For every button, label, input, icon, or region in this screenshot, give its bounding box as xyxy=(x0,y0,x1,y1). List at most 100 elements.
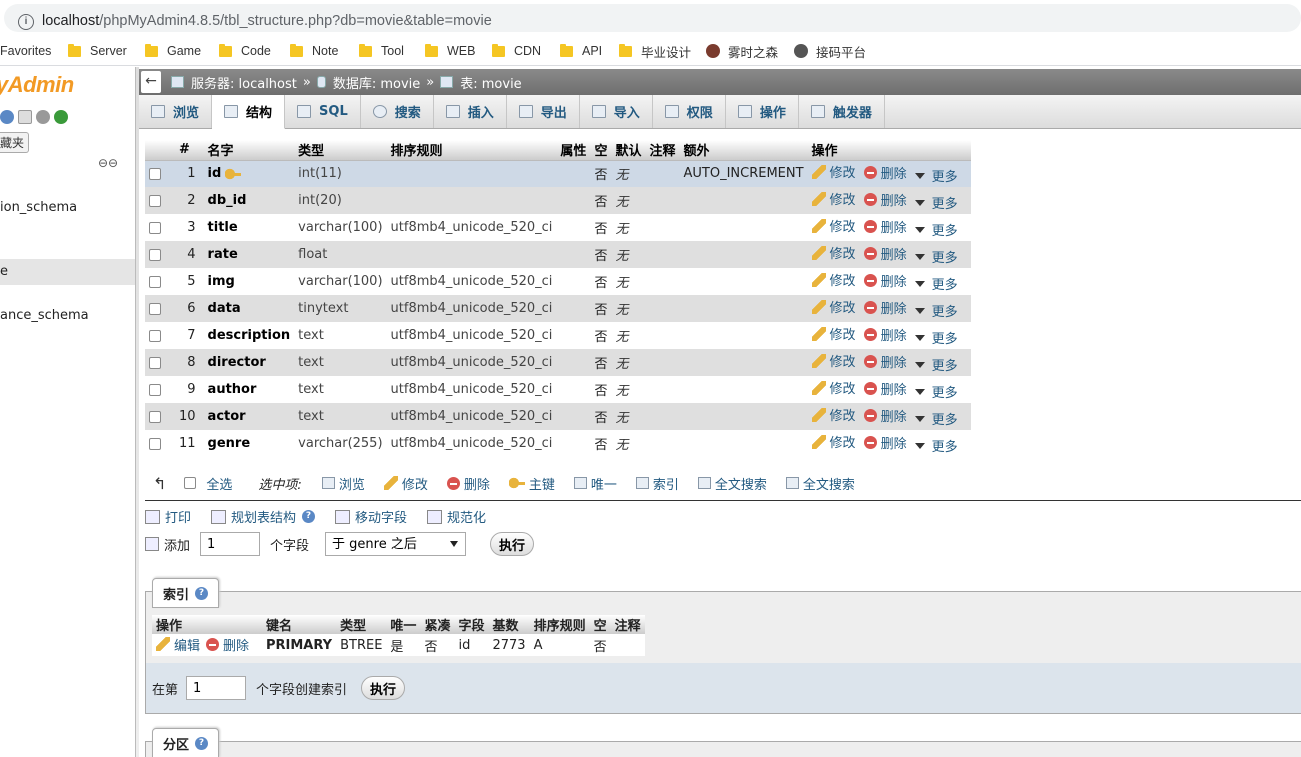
bookmark-sms[interactable]: 接码平台 xyxy=(794,42,866,60)
help-icon[interactable]: ? xyxy=(195,736,209,750)
row-checkbox[interactable] xyxy=(149,248,161,261)
drop-column-button[interactable]: 删除 xyxy=(863,271,907,290)
drop-column-button[interactable]: 删除 xyxy=(863,298,907,317)
tab-search[interactable]: 搜索 xyxy=(361,95,434,128)
index-edit-button[interactable]: 编辑 xyxy=(156,635,200,654)
more-actions-button[interactable]: 更多 xyxy=(914,274,958,293)
edit-column-button[interactable]: 修改 xyxy=(811,378,856,397)
tab-export[interactable]: 导出 xyxy=(507,95,580,128)
bulk-primary-button[interactable]: 主键 xyxy=(508,474,555,493)
row-checkbox[interactable] xyxy=(149,329,161,342)
sidebar-db-performance-schema[interactable]: ance_schema xyxy=(0,308,89,323)
more-actions-button[interactable]: 更多 xyxy=(914,436,958,455)
normalize-button[interactable]: 规范化 xyxy=(427,507,486,526)
create-index-go-button[interactable]: 执行 xyxy=(361,676,406,700)
tab-structure[interactable]: 结构 xyxy=(212,95,286,129)
sidebar-db-movie[interactable]: e xyxy=(0,264,8,279)
gear-icon[interactable] xyxy=(36,110,50,124)
collapse-panel-button[interactable]: ← xyxy=(141,71,161,93)
bookmark-cdn[interactable]: CDN xyxy=(492,42,541,60)
breadcrumb-table[interactable]: 表: movie xyxy=(460,73,521,92)
create-index-count-input[interactable] xyxy=(186,676,247,700)
column-name[interactable]: data xyxy=(208,301,241,316)
help-icon[interactable]: ? xyxy=(302,510,316,523)
tab-triggers[interactable]: 触发器 xyxy=(799,95,885,128)
edit-column-button[interactable]: 修改 xyxy=(811,324,856,343)
row-checkbox[interactable] xyxy=(149,167,161,180)
link-icon[interactable]: ⊖⊖ xyxy=(98,156,118,170)
more-actions-button[interactable]: 更多 xyxy=(914,220,958,239)
drop-column-button[interactable]: 删除 xyxy=(863,379,907,398)
info-icon[interactable]: i xyxy=(18,14,34,30)
drop-column-button[interactable]: 删除 xyxy=(863,325,907,344)
bookmark-web[interactable]: WEB xyxy=(425,42,475,60)
bookmark-code[interactable]: Code xyxy=(219,42,271,60)
edit-column-button[interactable]: 修改 xyxy=(811,297,856,316)
panel-resize-handle[interactable] xyxy=(136,67,139,757)
url-text[interactable]: localhost/phpMyAdmin4.8.5/tbl_structure.… xyxy=(42,13,492,29)
bookmark-graduation[interactable]: 毕业设计 xyxy=(619,42,691,60)
edit-column-button[interactable]: 修改 xyxy=(811,189,856,208)
tab-operations[interactable]: 操作 xyxy=(726,95,799,128)
column-name[interactable]: id xyxy=(208,166,222,181)
bulk-browse-button[interactable]: 浏览 xyxy=(321,474,365,493)
docs-icon[interactable] xyxy=(18,110,32,124)
row-checkbox[interactable] xyxy=(149,194,161,207)
drop-column-button[interactable]: 删除 xyxy=(863,217,907,236)
add-count-input[interactable] xyxy=(200,532,261,556)
bulk-spatial-button[interactable]: 全文搜索 xyxy=(697,474,767,493)
more-actions-button[interactable]: 更多 xyxy=(914,355,958,374)
drop-column-button[interactable]: 删除 xyxy=(863,163,907,182)
column-name[interactable]: genre xyxy=(208,436,251,451)
bulk-index-button[interactable]: 索引 xyxy=(635,474,679,493)
breadcrumb-server[interactable]: 服务器: localhost xyxy=(191,73,297,92)
bookmark-api[interactable]: API xyxy=(560,42,602,60)
help-icon[interactable] xyxy=(0,110,14,124)
drop-column-button[interactable]: 删除 xyxy=(863,244,907,263)
favorites-button[interactable]: 藏夹 xyxy=(0,132,30,153)
index-delete-button[interactable]: 删除 xyxy=(206,635,249,654)
tab-insert[interactable]: 插入 xyxy=(434,95,507,128)
column-name[interactable]: director xyxy=(208,355,266,370)
edit-column-button[interactable]: 修改 xyxy=(811,270,856,289)
bulk-edit-button[interactable]: 修改 xyxy=(383,474,428,493)
phpmyadmin-logo[interactable]: yAdmin xyxy=(0,72,74,98)
add-position-select[interactable]: 于 genre 之后 xyxy=(325,532,467,556)
edit-column-button[interactable]: 修改 xyxy=(811,243,856,262)
select-all-label[interactable]: 全选 xyxy=(206,474,232,493)
row-checkbox[interactable] xyxy=(149,275,161,288)
row-checkbox[interactable] xyxy=(149,437,161,450)
more-actions-button[interactable]: 更多 xyxy=(914,328,958,347)
drop-column-button[interactable]: 删除 xyxy=(863,433,907,452)
tab-browse[interactable]: 浏览 xyxy=(139,95,213,128)
more-actions-button[interactable]: 更多 xyxy=(914,409,958,428)
help-icon[interactable]: ? xyxy=(195,586,209,600)
more-actions-button[interactable]: 更多 xyxy=(914,247,958,266)
propose-structure-button[interactable]: 规划表结构? xyxy=(211,507,316,526)
edit-column-button[interactable]: 修改 xyxy=(811,351,856,370)
bookmark-note[interactable]: Note xyxy=(290,42,338,60)
print-button[interactable]: 打印 xyxy=(145,507,191,526)
drop-column-button[interactable]: 删除 xyxy=(863,406,907,425)
bookmark-favorites[interactable]: Favorites xyxy=(0,42,51,60)
bulk-drop-button[interactable]: 删除 xyxy=(446,474,490,493)
select-all-checkbox[interactable] xyxy=(184,477,197,489)
column-name[interactable]: title xyxy=(208,220,238,235)
tab-import[interactable]: 导入 xyxy=(580,95,653,128)
bookmark-wushi[interactable]: 雾时之森 xyxy=(706,42,778,60)
column-name[interactable]: db_id xyxy=(208,193,247,208)
more-actions-button[interactable]: 更多 xyxy=(914,301,958,320)
row-checkbox[interactable] xyxy=(149,302,161,315)
move-columns-button[interactable]: 移动字段 xyxy=(335,507,407,526)
more-actions-button[interactable]: 更多 xyxy=(914,193,958,212)
column-name[interactable]: img xyxy=(208,274,235,289)
tab-privileges[interactable]: 权限 xyxy=(653,95,726,128)
bookmark-server[interactable]: Server xyxy=(68,42,127,60)
column-name[interactable]: author xyxy=(208,382,257,397)
more-actions-button[interactable]: 更多 xyxy=(914,382,958,401)
edit-column-button[interactable]: 修改 xyxy=(811,216,856,235)
column-name[interactable]: description xyxy=(208,328,291,343)
bulk-unique-button[interactable]: 唯一 xyxy=(573,474,617,493)
add-go-button[interactable]: 执行 xyxy=(490,532,535,556)
column-name[interactable]: actor xyxy=(208,409,246,424)
